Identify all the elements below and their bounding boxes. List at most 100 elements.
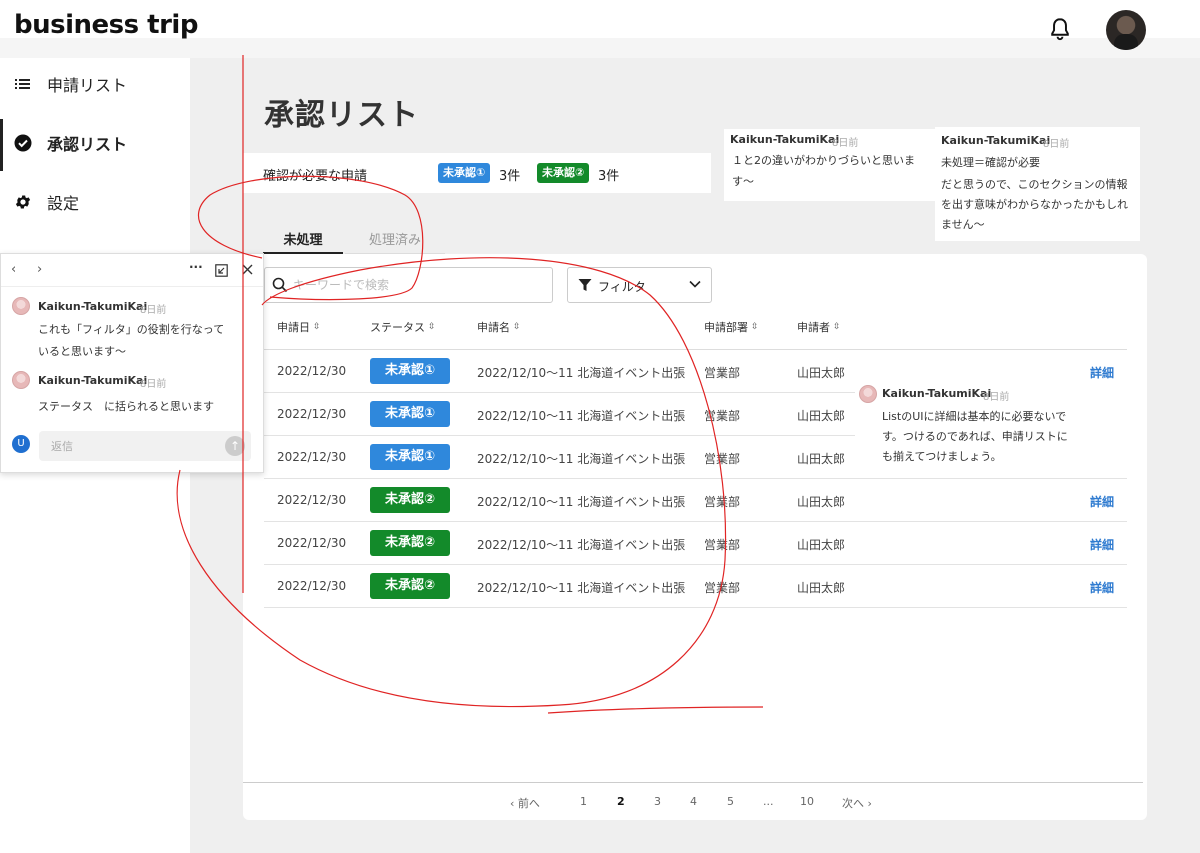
comment-text-line: も揃えてつけましょう。 [882,450,1002,463]
detail-link[interactable]: 詳細 [1090,536,1114,553]
cell-name: 2022/12/10〜11 北海道イベント出張 [477,538,686,552]
sidebar-item-settings[interactable]: 設定 [0,176,190,228]
status-badge: 未承認② [537,163,590,183]
check-circle-icon [14,134,32,152]
user-avatar[interactable] [1106,10,1146,50]
cell-name: 2022/12/10〜11 北海道イベント出張 [477,581,686,595]
column-label: 申請者 [797,321,830,334]
cell-date: 2022/12/30 [277,450,347,464]
cell-applicant: 山田太郎 [797,366,846,380]
list-icon [14,75,32,93]
comment-text-line: す。つけるのであれば、申請リストに [882,430,1068,443]
cell-date: 2022/12/30 [277,493,347,507]
divider [1,286,263,287]
chevron-left-icon[interactable]: ‹ [11,262,16,277]
pagination-page[interactable]: 3 [654,795,661,808]
cell-name: 2022/12/10〜11 北海道イベント出張 [477,495,686,509]
column-header-name[interactable]: 申請名 ⇳ [477,319,521,335]
column-label: 申請部署 [704,321,748,334]
cell-applicant: 山田太郎 [797,452,846,466]
comment-author: Kaikun-TakumiKai [730,133,840,146]
pagination-prev[interactable]: ‹ 前へ [510,795,540,811]
comment-author: Kaikun-TakumiKai [38,300,148,313]
status-badge: 未承認② [370,487,450,513]
chevron-right-icon[interactable]: › [37,262,42,277]
pending-count: 3件 [499,169,521,184]
close-icon[interactable] [242,264,253,275]
comment-text-line: ListのUIに詳細は基本的に必要ないで [882,410,1067,423]
detail-link[interactable]: 詳細 [1090,579,1114,596]
table-row[interactable]: 2022/12/30 未承認② 2022/12/10〜11 北海道イベント出張 … [264,479,1127,522]
column-header-status[interactable]: ステータス ⇳ [370,319,436,335]
sidebar-item-application-list[interactable]: 申請リスト [0,58,190,110]
gear-icon [14,193,32,211]
comment-thread-popup: ‹ › ··· Kaikun-TakumiKai 8日前 これも「フィルタ」の役… [0,253,264,473]
more-icon[interactable]: ··· [189,260,203,274]
cell-applicant: 山田太郎 [797,495,846,509]
sort-icon: ⇳ [513,322,521,332]
sort-icon: ⇳ [833,322,841,332]
page-title: 承認リスト [264,98,419,133]
commenter-avatar [12,371,30,389]
comment-text-line: １と2の違いがわかりづらいと思いま [732,154,915,167]
filter-dropdown[interactable]: フィルタ [567,267,712,303]
cell-applicant: 山田太郎 [797,409,846,423]
column-header-dept[interactable]: 申請部署 ⇳ [704,319,759,335]
pagination-page[interactable]: 5 [727,795,734,808]
status-badge: 未承認① [370,358,450,384]
tab-processed[interactable]: 処理済み [345,222,445,254]
table-row[interactable]: 2022/12/30 未承認② 2022/12/10〜11 北海道イベント出張 … [264,522,1127,565]
comment-text-line: いると思います〜 [38,345,126,358]
sort-icon: ⇳ [313,322,321,332]
cell-date: 2022/12/30 [277,364,347,378]
reply-box: ↑ [39,431,251,461]
column-header-date[interactable]: 申請日 ⇳ [277,319,321,335]
cell-name: 2022/12/10〜11 北海道イベント出張 [477,366,686,380]
column-label: 申請日 [277,321,310,334]
pagination-page[interactable]: 10 [800,795,814,808]
chevron-down-icon [689,280,701,288]
pagination-page-current[interactable]: 2 [617,795,625,808]
comment-time: 8日前 [832,138,859,149]
table-row[interactable]: 2022/12/30 未承認② 2022/12/10〜11 北海道イベント出張 … [264,565,1127,608]
comment-text-line: これも「フィルタ」の役割を行なって [38,323,225,336]
send-button[interactable]: ↑ [225,436,245,456]
comment-text-line: ステータス に括られると思います [38,400,214,413]
cell-date: 2022/12/30 [277,579,347,593]
comment-time: 8日前 [1043,139,1070,150]
avatar: U [12,435,30,453]
review-comment[interactable]: Kaikun-TakumiKai 8日前 ListのUIに詳細は基本的に必要ない… [855,379,1145,477]
review-comment[interactable]: Kaikun-TakumiKai 8日前 １と2の違いがわかりづらいと思いま す… [724,129,936,201]
pagination-next[interactable]: 次へ › [842,795,872,811]
bell-icon[interactable] [1047,16,1073,42]
commenter-avatar [859,385,877,403]
search-input[interactable] [293,274,543,296]
cell-dept: 営業部 [704,452,741,466]
sort-icon: ⇳ [751,322,759,332]
column-header-applicant[interactable]: 申請者 ⇳ [797,319,841,335]
pagination-page[interactable]: 1 [580,795,587,808]
pagination-page[interactable]: 4 [690,795,697,808]
column-label: ステータス [370,321,425,334]
sidebar-item-approval-list[interactable]: 承認リスト [0,117,190,171]
comment-text-line: を出す意味がわからなかったかもしれ [941,198,1128,211]
tab-pending[interactable]: 未処理 [263,222,343,254]
pagination-ellipsis: ... [763,795,774,808]
sort-icon: ⇳ [428,322,436,332]
open-in-icon[interactable] [215,264,228,277]
app-title: business trip [14,10,198,40]
review-comment[interactable]: Kaikun-TakumiKai 8日前 未処理＝確認が必要 だと思うので、この… [935,127,1140,241]
detail-link[interactable]: 詳細 [1090,493,1114,510]
cell-dept: 営業部 [704,495,741,509]
cell-name: 2022/12/10〜11 北海道イベント出張 [477,452,686,466]
cell-applicant: 山田太郎 [797,538,846,552]
reply-input[interactable] [51,437,211,455]
cell-date: 2022/12/30 [277,536,347,550]
cell-dept: 営業部 [704,366,741,380]
comment-text-line: ません〜 [941,218,985,231]
top-bar: business trip [0,0,1200,40]
comment-time: 8日前 [140,379,167,390]
cell-dept: 営業部 [704,538,741,552]
status-badge: 未承認① [370,401,450,427]
search-icon [272,277,288,293]
